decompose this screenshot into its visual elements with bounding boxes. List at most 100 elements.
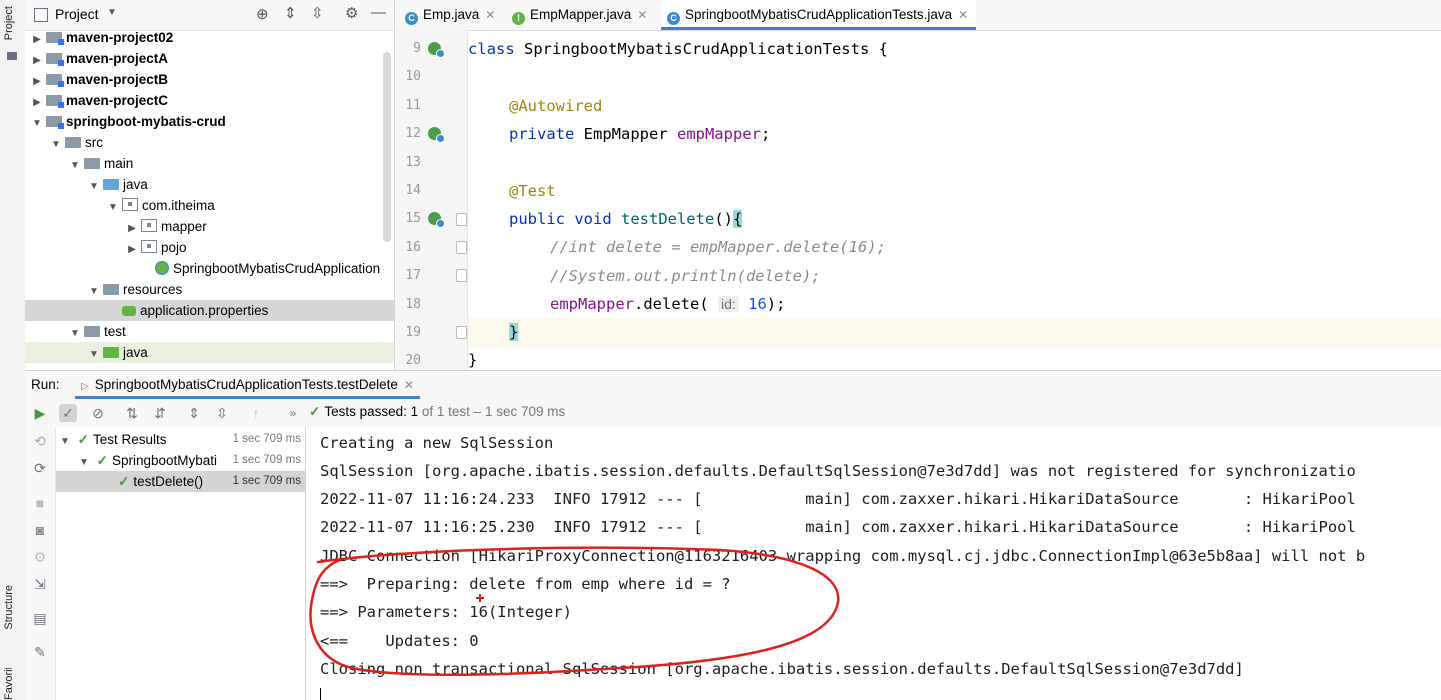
close-icon[interactable]: ✕ bbox=[637, 8, 647, 22]
tree-item-application-properties[interactable]: application.properties bbox=[25, 300, 394, 321]
chevron-down-icon[interactable]: ▼ bbox=[68, 323, 82, 344]
chevron-right-icon[interactable]: ▶ bbox=[30, 50, 44, 71]
tree-item-test[interactable]: ▼ test bbox=[25, 321, 394, 342]
chevron-down-icon[interactable]: ▼ bbox=[106, 197, 120, 218]
fold-icon[interactable] bbox=[456, 326, 467, 339]
tree-item-springboot-mybatis-crud[interactable]: ▼ springboot-mybatis-crud bbox=[25, 111, 394, 132]
tree-item-maven-project02[interactable]: ▶ maven-project02 bbox=[25, 27, 394, 48]
chevron-right-icon[interactable]: ▶ bbox=[30, 71, 44, 92]
bean-navigation-icon[interactable] bbox=[428, 127, 445, 143]
code-line: @Test bbox=[509, 182, 556, 200]
chevron-right-icon[interactable]: ▶ bbox=[30, 29, 44, 50]
chevron-down-icon[interactable]: ▼ bbox=[87, 281, 101, 302]
source-folder-icon bbox=[103, 179, 119, 190]
more-icon[interactable]: » bbox=[284, 404, 302, 422]
run-test-icon[interactable] bbox=[428, 42, 445, 58]
tab-emp-java[interactable]: C Emp.java ✕ bbox=[405, 0, 495, 30]
chevron-right-icon[interactable]: ▶ bbox=[125, 239, 139, 260]
run-side-toolbar: ⟲ ⟳ ■ ◙ ⚙ ⇲ ▤ ✎ bbox=[25, 427, 56, 700]
chevron-down-icon[interactable]: ▼ bbox=[68, 155, 82, 176]
package-icon bbox=[141, 240, 157, 253]
code-line: //System.out.println(delete); bbox=[550, 267, 821, 285]
check-icon: ✓ bbox=[309, 404, 321, 419]
tree-item-maven-projecta[interactable]: ▶ maven-projectA bbox=[25, 48, 394, 69]
result-row[interactable]: ▼ ✓ SpringbootMybati 1 sec 709 ms bbox=[56, 450, 305, 471]
rerun-failed-icon[interactable]: ⟲ bbox=[31, 432, 49, 450]
tree-item-maven-projectb[interactable]: ▶ maven-projectB bbox=[25, 69, 394, 90]
layout-icon[interactable]: ▤ bbox=[31, 609, 49, 627]
console-line: ==> Preparing: delete from emp where id … bbox=[320, 575, 731, 593]
tree-item-mapper[interactable]: ▶ mapper bbox=[25, 216, 394, 237]
chevron-down-icon[interactable]: ▼ bbox=[49, 134, 63, 155]
show-passed-icon[interactable]: ✓ bbox=[59, 404, 77, 422]
chevron-down-icon[interactable]: ▼ bbox=[87, 176, 101, 197]
line-number: 19 bbox=[405, 325, 421, 340]
folder-icon bbox=[65, 137, 81, 148]
expand-all-icon[interactable]: ⇕ bbox=[284, 4, 297, 22]
hide-icon[interactable]: — bbox=[371, 4, 386, 21]
tree-item-application-class[interactable]: SpringbootMybatisCrudApplication bbox=[25, 258, 394, 279]
collapse-all-icon[interactable]: ⇳ bbox=[311, 4, 324, 22]
pin-icon[interactable]: ✎ bbox=[31, 643, 49, 661]
check-icon: ✓ bbox=[96, 453, 108, 468]
run-test-icon[interactable] bbox=[428, 212, 445, 228]
gear-icon[interactable]: ⚙ bbox=[345, 4, 358, 22]
show-ignored-icon[interactable]: ⊘ bbox=[89, 404, 107, 422]
structure-tool-tab[interactable]: Structure bbox=[3, 585, 15, 630]
chevron-down-icon[interactable]: ▼ bbox=[30, 113, 44, 134]
tree-item-pojo[interactable]: ▶ pojo bbox=[25, 237, 394, 258]
sort-alpha-icon[interactable]: ⇅ bbox=[123, 404, 141, 422]
line-number: 12 bbox=[405, 126, 421, 141]
chevron-down-icon[interactable]: ▼ bbox=[107, 7, 117, 18]
close-icon[interactable]: ✕ bbox=[404, 378, 414, 392]
tree-item-main[interactable]: ▼ main bbox=[25, 153, 394, 174]
settings-icon[interactable]: ⚙ bbox=[31, 548, 49, 566]
import-icon[interactable]: ⇲ bbox=[31, 575, 49, 593]
locate-icon[interactable]: ⊕ bbox=[256, 5, 269, 23]
code-editor[interactable]: class SpringbootMybatisCrudApplicationTe… bbox=[468, 30, 1441, 370]
tree-item-src[interactable]: ▼ src bbox=[25, 132, 394, 153]
tree-item-java-main[interactable]: ▼ java bbox=[25, 174, 394, 195]
line-number: 10 bbox=[405, 69, 421, 84]
line-number: 11 bbox=[405, 98, 421, 113]
toggle-auto-test-icon[interactable]: ⟳ bbox=[31, 459, 49, 477]
line-number: 20 bbox=[405, 353, 421, 368]
tree-item-maven-projectc[interactable]: ▶ maven-projectC bbox=[25, 90, 394, 111]
expand-all-icon[interactable]: ⇕ bbox=[185, 404, 203, 422]
sort-duration-icon[interactable]: ⇵ bbox=[151, 404, 169, 422]
previous-failed-icon[interactable]: ↑ bbox=[247, 404, 265, 422]
console-line: 2022-11-07 11:16:24.233 INFO 17912 --- [… bbox=[320, 490, 1356, 508]
close-icon[interactable]: ✕ bbox=[958, 8, 968, 22]
line-number: 18 bbox=[405, 297, 421, 312]
chevron-down-icon[interactable]: ▼ bbox=[60, 436, 70, 447]
module-icon bbox=[46, 32, 64, 45]
favorites-tool-tab[interactable]: Favorites bbox=[3, 668, 15, 700]
fold-icon[interactable] bbox=[456, 269, 467, 282]
result-row-selected[interactable]: ✓ testDelete() 1 sec 709 ms bbox=[56, 471, 305, 492]
tab-empmapper-java[interactable]: I EmpMapper.java ✕ bbox=[512, 0, 647, 30]
stop-icon[interactable]: ■ bbox=[31, 494, 49, 512]
chevron-right-icon[interactable]: ▶ bbox=[125, 218, 139, 239]
project-scrollbar[interactable] bbox=[383, 52, 391, 242]
run-toolbar: ▶ ✓ ⊘ ⇅ ⇵ ⇕ ⇳ ↑ » ✓ Tests passed: 1 of 1 … bbox=[25, 399, 1441, 427]
fold-icon[interactable] bbox=[456, 241, 467, 254]
camera-icon[interactable]: ◙ bbox=[31, 521, 49, 539]
console-output[interactable]: Creating a new SqlSession SqlSession [or… bbox=[306, 427, 1441, 700]
chevron-right-icon[interactable]: ▶ bbox=[30, 92, 44, 113]
project-tool-tab[interactable]: Project bbox=[3, 6, 15, 40]
tree-item-resources[interactable]: ▼ resources bbox=[25, 279, 394, 300]
chevron-down-icon[interactable]: ▼ bbox=[79, 457, 89, 468]
close-icon[interactable]: ✕ bbox=[485, 8, 495, 22]
tab-application-tests[interactable]: C SpringbootMybatisCrudApplicationTests.j… bbox=[661, 0, 977, 30]
project-panel-title[interactable]: Project bbox=[55, 6, 99, 22]
run-tab[interactable]: ▷ SpringbootMybatisCrudApplicationTests.t… bbox=[75, 371, 420, 399]
tree-item-com-itheima[interactable]: ▼ com.itheima bbox=[25, 195, 394, 216]
line-number: 9 bbox=[413, 41, 421, 56]
result-row[interactable]: ▼ ✓ Test Results 1 sec 709 ms bbox=[56, 429, 305, 450]
rerun-icon[interactable]: ▶ bbox=[31, 404, 49, 422]
chevron-down-icon[interactable]: ▼ bbox=[87, 344, 101, 365]
fold-icon[interactable] bbox=[456, 213, 467, 226]
tree-item-java-test[interactable]: ▼ java bbox=[25, 342, 394, 363]
collapse-all-icon[interactable]: ⇳ bbox=[213, 404, 231, 422]
line-number: 15 bbox=[405, 211, 421, 226]
